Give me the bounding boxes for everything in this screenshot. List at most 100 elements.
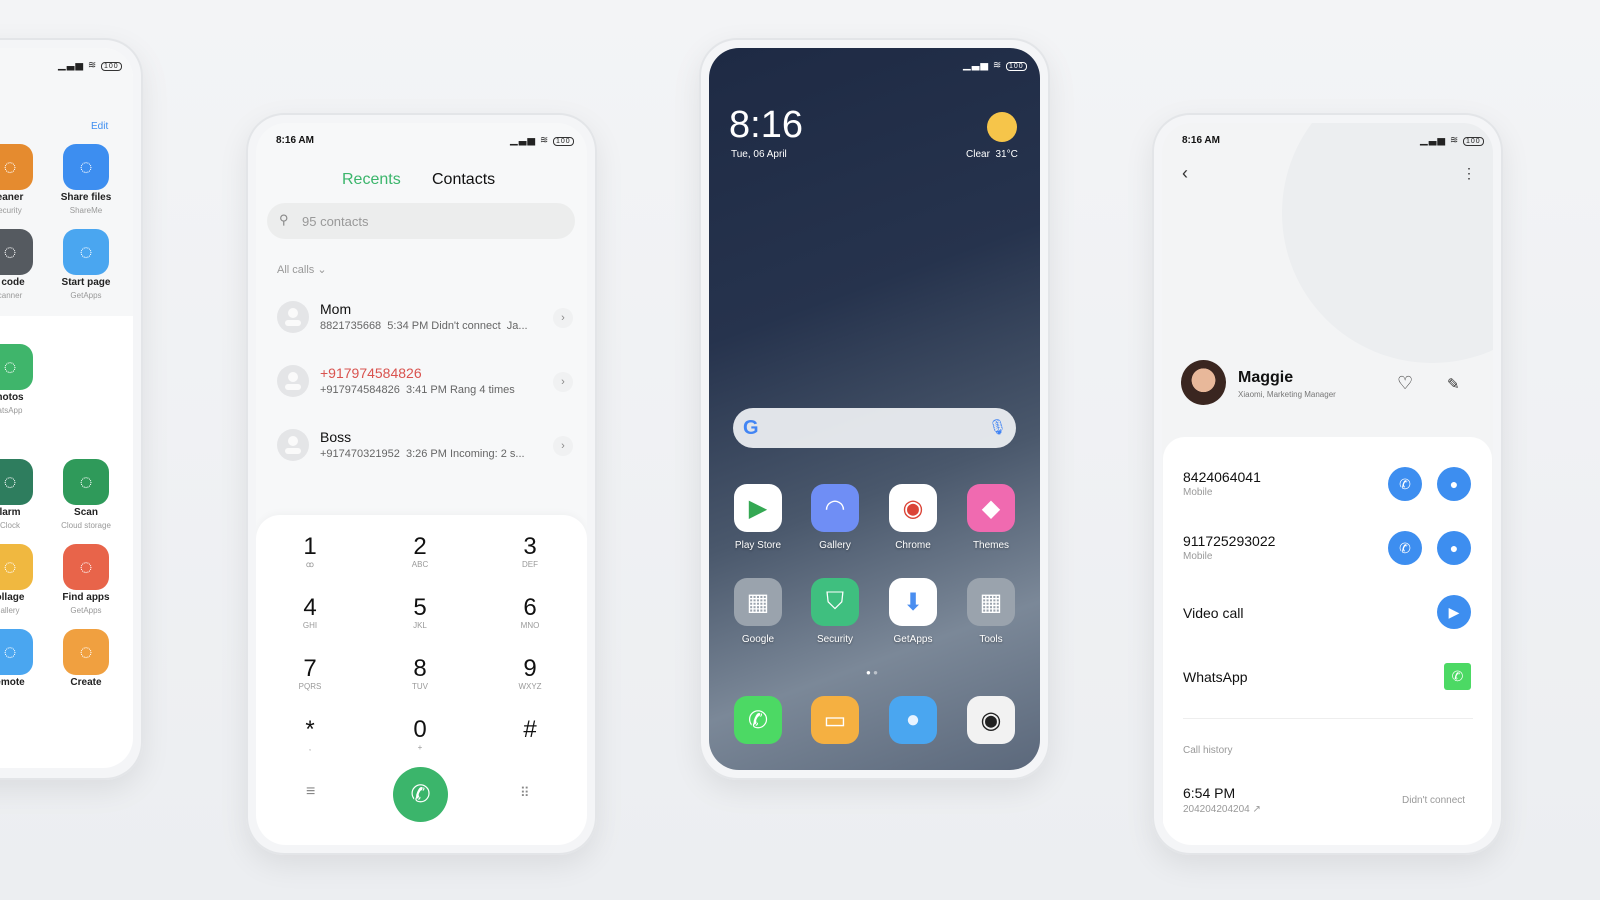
tab-contacts[interactable]: Contacts xyxy=(432,171,495,189)
app-label: Find apps xyxy=(62,592,110,603)
dock-messages[interactable]: ● xyxy=(873,696,953,744)
call-log-item[interactable]: Boss +917470321952 3:26 PM Incoming: 2 s… xyxy=(256,423,587,479)
video-call-button[interactable]: ▶ xyxy=(1437,595,1471,629)
broom-icon[interactable]: ◌ xyxy=(0,144,33,190)
remote-icon[interactable]: ◌ xyxy=(0,629,33,675)
message-icon: ● xyxy=(1449,476,1459,492)
app-sublabel: ShareMe xyxy=(69,206,103,215)
weather-sun-icon xyxy=(987,112,1017,142)
status-icons: ▁▃▅ ≋ 100 xyxy=(510,135,574,146)
scanner-icon[interactable]: ◌ xyxy=(0,229,33,275)
app-icon: ◆ xyxy=(967,484,1015,532)
key-1[interactable]: 1ꝏ xyxy=(270,534,350,570)
chevron-right-icon[interactable]: › xyxy=(553,372,573,392)
app-icon: ▶ xyxy=(734,484,782,532)
app-play-store[interactable]: ▶ Play Store xyxy=(718,484,798,551)
collage-icon[interactable]: ◌ xyxy=(0,544,33,590)
call-button-1[interactable]: ✆ xyxy=(1388,467,1422,501)
call-log-item[interactable]: Mom 8821735668 5:34 PM Didn't connect Ja… xyxy=(256,295,587,351)
chevron-right-icon[interactable]: › xyxy=(553,436,573,456)
app-chrome[interactable]: ◉ Chrome xyxy=(873,484,953,551)
messages-icon: ● xyxy=(889,696,937,744)
google-search-bar[interactable]: G 🎙 xyxy=(733,408,1016,448)
dialer-screen: 8:16 AM ▁▃▅ ≋ 100 Recents Contacts ⚲ 95 … xyxy=(256,123,587,845)
infinity-icon[interactable]: ◌ xyxy=(63,144,109,190)
all-calls-filter[interactable]: All calls ⌄ xyxy=(277,263,327,276)
history-status: Didn't connect xyxy=(1402,795,1466,806)
contact-subtitle: Xiaomi, Marketing Manager xyxy=(1238,390,1336,399)
keypad-toggle-icon[interactable]: ⠿ xyxy=(520,785,530,801)
avatar xyxy=(1181,360,1226,405)
notes-icon: ▭ xyxy=(811,696,859,744)
dock-notes[interactable]: ▭ xyxy=(795,696,875,744)
whatsapp-icon[interactable]: ✆ xyxy=(1444,663,1471,690)
key-#[interactable]: # xyxy=(490,717,570,743)
chevron-right-icon[interactable]: › xyxy=(553,308,573,328)
key-0[interactable]: 0 + xyxy=(380,717,460,753)
app-icon: ◉ xyxy=(889,484,937,532)
app-sublabel: GetApps xyxy=(70,606,102,615)
app-tools[interactable]: ▦ Tools xyxy=(951,578,1031,645)
scan-icon[interactable]: ◌ xyxy=(63,459,109,505)
status-icons: ▁▃▅ ≋ 100 xyxy=(58,60,122,71)
app-getapps[interactable]: ⬇ GetApps xyxy=(873,578,953,645)
camera-icon: ◉ xyxy=(967,696,1015,744)
key-8[interactable]: 8 TUV xyxy=(380,656,460,692)
app-icon: ◠ xyxy=(811,484,859,532)
microphone-icon[interactable]: 🎙 xyxy=(988,418,1007,436)
app-label: Start page xyxy=(61,277,111,288)
contact-name: Maggie xyxy=(1238,369,1294,386)
outgoing-arrow-icon: ↗ xyxy=(1252,804,1261,815)
edit-link[interactable]: Edit xyxy=(91,121,108,132)
key-2[interactable]: 2 ABC xyxy=(380,534,460,570)
key-9[interactable]: 9 WXYZ xyxy=(490,656,570,692)
contact-screen: 8:16 AM ▁▃▅ ≋ 100 ‹ ⋮ Maggie Xiaomi, Mar… xyxy=(1162,123,1493,845)
back-icon[interactable]: ‹ xyxy=(1182,163,1188,184)
call-button-2[interactable]: ✆ xyxy=(1388,531,1422,565)
key-6[interactable]: 6 MNO xyxy=(490,595,570,631)
call-detail: 8821735668 5:34 PM Didn't connect Ja... xyxy=(320,320,528,332)
phone-number-1[interactable]: 8424064041 xyxy=(1183,469,1261,485)
app-sublabel: atsApp xyxy=(0,406,23,415)
edit-icon[interactable]: ✎ xyxy=(1447,375,1460,393)
key-3[interactable]: 3 DEF xyxy=(490,534,570,570)
key-4[interactable]: 4 GHI xyxy=(270,595,350,631)
clock-time: 8:16 xyxy=(729,104,803,146)
note-icon[interactable]: ◌ xyxy=(63,629,109,675)
key-5[interactable]: 5 JKL xyxy=(380,595,460,631)
favorite-heart-icon[interactable]: ♡ xyxy=(1397,373,1413,394)
app-label: hotos xyxy=(0,392,24,403)
app-label: Share files xyxy=(60,192,112,203)
search-input[interactable]: ⚲ 95 contacts xyxy=(267,203,575,239)
camera-icon[interactable]: ◌ xyxy=(0,344,33,390)
app-label: Create xyxy=(70,677,102,688)
more-options-icon[interactable]: ⋮ xyxy=(1462,165,1476,182)
call-detail: +917470321952 3:26 PM Incoming: 2 s... xyxy=(320,448,525,460)
app-gallery[interactable]: ◠ Gallery xyxy=(795,484,875,551)
dock-camera[interactable]: ◉ xyxy=(951,696,1031,744)
weather-text: Clear 31°C xyxy=(966,149,1018,160)
message-button-2[interactable]: ● xyxy=(1437,531,1471,565)
whatsapp-label[interactable]: WhatsApp xyxy=(1183,669,1248,685)
avatar xyxy=(277,301,309,333)
chevron-down-icon: ⌄ xyxy=(317,264,327,276)
phone-number-2[interactable]: 911725293022 xyxy=(1183,533,1275,549)
compass-icon[interactable]: ◌ xyxy=(63,229,109,275)
caller-name: Mom xyxy=(320,301,352,317)
menu-icon[interactable]: ≡ xyxy=(306,783,315,801)
dock-phone[interactable]: ✆ xyxy=(718,696,798,744)
key-7[interactable]: 7 PQRS xyxy=(270,656,350,692)
message-button-1[interactable]: ● xyxy=(1437,467,1471,501)
app-icon: ⬇ xyxy=(889,578,937,626)
app-themes[interactable]: ◆ Themes xyxy=(951,484,1031,551)
call-button[interactable]: ✆ xyxy=(393,767,448,822)
app-icon: ▦ xyxy=(734,578,782,626)
clock-icon[interactable]: ◌ xyxy=(0,459,33,505)
app-google[interactable]: ▦ Google xyxy=(718,578,798,645)
call-log-item[interactable]: +917974584826 +917974584826 3:41 PM Rang… xyxy=(256,359,587,415)
key-*[interactable]: *, xyxy=(270,717,350,753)
app-security[interactable]: ⛉ Security xyxy=(795,578,875,645)
find-apps-icon[interactable]: ◌ xyxy=(63,544,109,590)
tab-recents[interactable]: Recents xyxy=(342,171,401,189)
video-call-label[interactable]: Video call xyxy=(1183,605,1243,621)
